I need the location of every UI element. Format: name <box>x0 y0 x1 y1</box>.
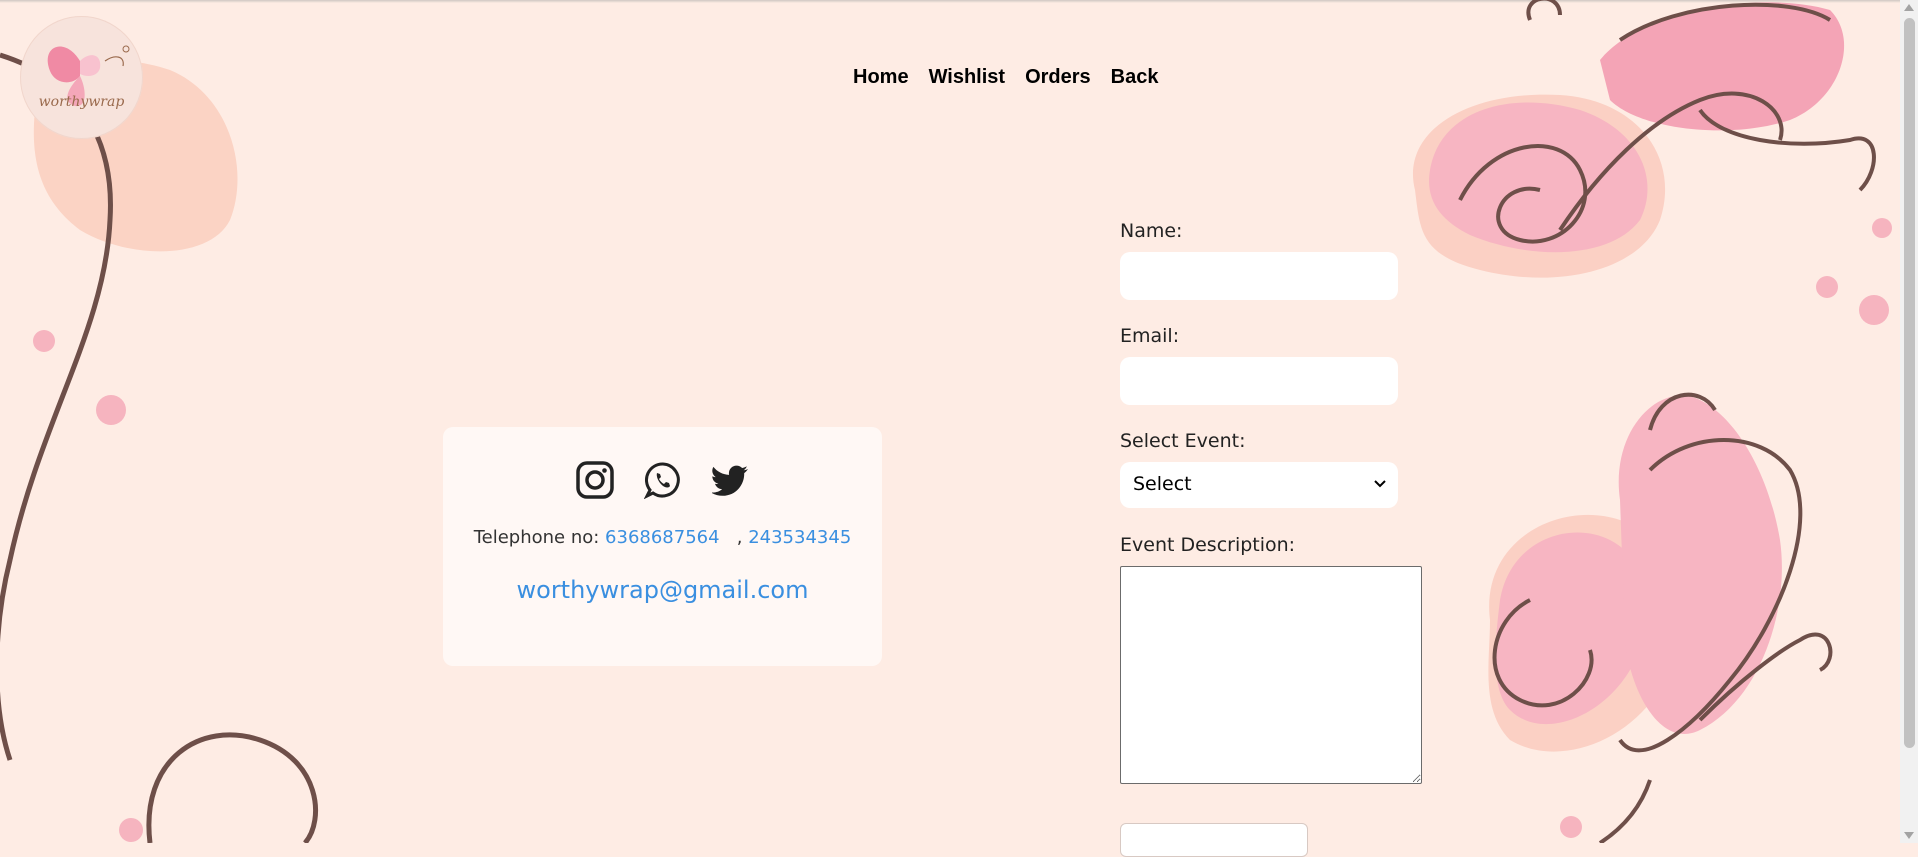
whatsapp-icon[interactable] <box>643 461 682 500</box>
event-description-label: Event Description: <box>1120 534 1296 556</box>
nav-home-link[interactable]: Home <box>853 66 909 89</box>
instagram-icon[interactable] <box>575 461 614 499</box>
chevron-down-icon <box>1374 480 1386 488</box>
twitter-icon[interactable] <box>710 461 750 499</box>
event-description-textarea[interactable] <box>1120 566 1422 784</box>
nav-back-link[interactable]: Back <box>1111 66 1159 89</box>
phone-link-1[interactable]: 6368687564 <box>605 527 720 548</box>
scroll-up-arrow-icon[interactable] <box>1904 4 1914 11</box>
nav-wishlist-link[interactable]: Wishlist <box>929 66 1006 89</box>
scrollbar-thumb[interactable] <box>1904 18 1915 748</box>
scrollbar[interactable] <box>1900 0 1918 843</box>
event-select-value: Select <box>1133 473 1192 495</box>
event-select-label: Select Event: <box>1120 430 1246 452</box>
phone-separator: , <box>736 527 749 548</box>
email-link[interactable]: worthywrap@gmail.com <box>443 576 882 604</box>
butterfly-logo-icon <box>47 45 130 107</box>
contact-card: Telephone no: 6368687564 , 243534345 wor… <box>443 427 882 666</box>
event-form: Name: Email: Select Event: Select Event … <box>1120 220 1440 784</box>
social-icons-row <box>443 461 882 500</box>
main-nav: Home Wishlist Orders Back <box>853 66 1158 89</box>
phone-label: Telephone no: <box>473 527 606 548</box>
background-butterfly-art <box>0 0 1892 843</box>
phone-link-2[interactable]: 243534345 <box>748 527 851 548</box>
brand-logo[interactable]: worthywrap <box>20 16 143 139</box>
name-label: Name: <box>1120 220 1183 242</box>
logo-text: worthywrap <box>38 94 125 110</box>
scroll-down-arrow-icon[interactable] <box>1904 832 1914 839</box>
email-label: Email: <box>1120 325 1180 347</box>
name-input[interactable] <box>1120 252 1398 300</box>
nav-orders-link[interactable]: Orders <box>1025 66 1091 89</box>
email-input[interactable] <box>1120 357 1398 405</box>
phone-line: Telephone no: 6368687564 , 243534345 <box>443 527 882 548</box>
event-select[interactable]: Select <box>1120 462 1398 508</box>
submit-button[interactable] <box>1120 823 1308 857</box>
